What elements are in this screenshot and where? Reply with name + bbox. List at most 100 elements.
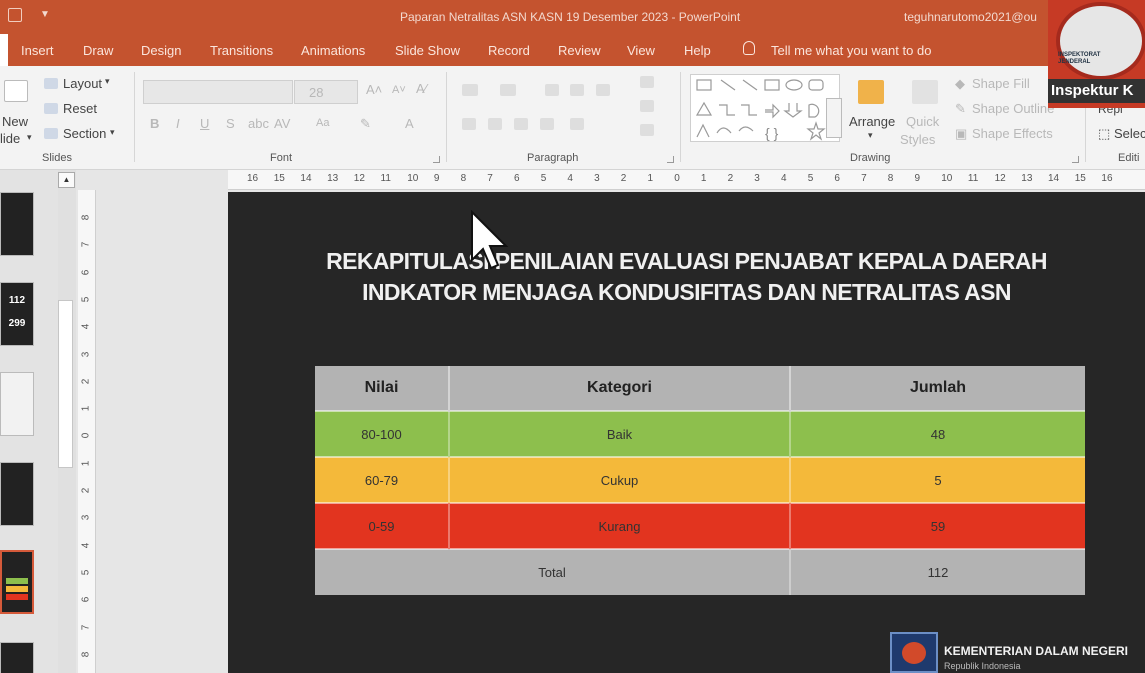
total-value: 112 — [790, 548, 1085, 595]
smartart-icon[interactable] — [640, 124, 654, 136]
slide-thumbnail[interactable] — [0, 192, 34, 256]
slide-thumbnail-panel: 112 299 — [0, 170, 58, 673]
ruler-tick: 3 — [80, 351, 92, 357]
shape-effects-button[interactable]: Shape Effects — [972, 126, 1053, 141]
new-slide-label-2[interactable]: lide — [0, 131, 20, 146]
ruler-tick: 1 — [647, 173, 654, 184]
align-left-icon[interactable] — [462, 118, 476, 130]
select-icon: ⬚ — [1098, 126, 1111, 141]
line-spacing-icon[interactable] — [596, 84, 610, 96]
tab-animations[interactable]: Animations — [301, 43, 365, 58]
header-nilai: Nilai — [315, 366, 450, 411]
ruler-tick: 7 — [80, 242, 92, 248]
underline-button[interactable]: U — [200, 116, 209, 131]
font-name-box[interactable] — [143, 80, 293, 104]
slide-thumbnail[interactable]: 112 299 — [0, 282, 34, 346]
tab-review[interactable]: Review — [558, 43, 601, 58]
bullets-icon[interactable] — [462, 84, 478, 96]
speaker-name: Inspektur K — [1048, 79, 1145, 103]
align-center-icon[interactable] — [488, 118, 502, 130]
chevron-down-icon[interactable]: ▾ — [105, 76, 110, 87]
qat-dropdown-icon[interactable]: ▼ — [40, 9, 50, 20]
bold-button[interactable]: B — [150, 116, 159, 131]
shapes-more-button[interactable] — [826, 98, 842, 138]
arrange-icon — [858, 80, 884, 104]
highlight-icon[interactable]: ✎ — [360, 116, 371, 132]
save-icon[interactable] — [8, 8, 22, 22]
reset-button[interactable]: Reset — [63, 101, 97, 116]
cell-kategori: Cukup — [449, 456, 791, 503]
text-direction-icon[interactable] — [640, 76, 654, 88]
tab-insert[interactable]: Insert — [21, 43, 54, 58]
decrease-indent-icon[interactable] — [545, 84, 559, 96]
shape-outline-button[interactable]: Shape Outline — [972, 101, 1054, 116]
slide-title[interactable]: REKAPITULASI PENILAIAN EVALUASI PENJABAT… — [228, 246, 1145, 308]
group-label-slides: Slides — [42, 152, 72, 164]
tab-transitions[interactable]: Transitions — [210, 43, 273, 58]
increase-font-icon[interactable]: A˄ — [366, 82, 382, 97]
change-case-button[interactable]: Aa — [316, 117, 329, 129]
ruler-tick: 8 — [887, 173, 894, 184]
font-dialog-launcher[interactable] — [433, 156, 440, 163]
font-color-button[interactable]: A — [405, 116, 414, 131]
quick-styles-label-2[interactable]: Styles — [900, 132, 935, 147]
arrange-button[interactable]: Arrange — [849, 114, 895, 129]
ruler-tick: 10 — [941, 173, 953, 184]
tab-view[interactable]: View — [627, 43, 655, 58]
new-slide-icon[interactable] — [4, 80, 28, 102]
drawing-dialog-launcher[interactable] — [1072, 156, 1079, 163]
slide-thumbnail[interactable] — [0, 372, 34, 436]
tab-design[interactable]: Design — [141, 43, 181, 58]
section-button[interactable]: Section — [63, 126, 106, 141]
slide-thumbnail[interactable] — [0, 642, 34, 673]
cell-kategori: Baik — [449, 410, 791, 457]
chevron-down-icon[interactable]: ▾ — [27, 132, 32, 143]
align-right-icon[interactable] — [514, 118, 528, 130]
chevron-down-icon[interactable]: ▾ — [110, 127, 115, 138]
clear-format-icon[interactable]: A⁄ — [416, 81, 427, 96]
scroll-up-icon[interactable]: ▲ — [58, 172, 75, 188]
char-spacing-icon[interactable]: AV — [274, 116, 290, 131]
ruler-tick: 2 — [620, 173, 627, 184]
quick-styles-label-1[interactable]: Quick — [906, 114, 939, 129]
italic-button[interactable]: I — [176, 116, 180, 131]
reset-icon — [44, 103, 58, 114]
slide-canvas[interactable]: REKAPITULASI PENILAIAN EVALUASI PENJABAT… — [228, 192, 1145, 673]
increase-indent-icon[interactable] — [570, 84, 584, 96]
ruler-tick: 15 — [1074, 173, 1086, 184]
slide-thumbnail[interactable] — [0, 462, 34, 526]
justify-icon[interactable] — [540, 118, 554, 130]
logo-subtitle: Republik Indonesia — [944, 661, 1021, 671]
scrollbar-thumb[interactable] — [58, 300, 73, 468]
group-label-drawing: Drawing — [850, 152, 891, 164]
columns-icon[interactable] — [570, 118, 584, 130]
ruler-tick: 8 — [460, 173, 467, 184]
shadow-button[interactable]: S — [226, 116, 235, 131]
numbering-icon[interactable] — [500, 84, 516, 96]
shapes-gallery[interactable]: { } — [690, 74, 840, 142]
font-size-box[interactable]: 28 — [294, 80, 358, 104]
new-slide-label-1[interactable]: New — [2, 114, 28, 129]
thumbnail-scrollbar[interactable]: ▲ — [58, 170, 76, 673]
table-row: 80-100 Baik 48 — [315, 410, 1085, 457]
shape-fill-button[interactable]: Shape Fill — [972, 76, 1030, 91]
tab-file[interactable] — [0, 34, 8, 66]
header-kategori: Kategori — [449, 366, 791, 411]
layout-button[interactable]: Layout — [63, 76, 102, 91]
align-text-icon[interactable] — [640, 100, 654, 112]
tab-slide-show[interactable]: Slide Show — [395, 43, 460, 58]
tab-record[interactable]: Record — [488, 43, 530, 58]
paragraph-dialog-launcher[interactable] — [667, 156, 674, 163]
tab-help[interactable]: Help — [684, 43, 711, 58]
ruler-tick: 12 — [353, 173, 365, 184]
rekap-table[interactable]: Nilai Kategori Jumlah 80-100 Baik 48 60-79 C… — [315, 366, 1085, 595]
tell-me-box[interactable]: Tell me what you want to do — [771, 43, 931, 58]
select-button[interactable]: Selec — [1114, 126, 1145, 141]
slide-thumbnail-selected[interactable] — [0, 550, 34, 614]
account-name[interactable]: teguhnarutomo2021@ou — [904, 10, 1037, 24]
cell-nilai: 60-79 — [315, 456, 450, 503]
tab-draw[interactable]: Draw — [83, 43, 113, 58]
chevron-down-icon[interactable]: ▾ — [868, 130, 873, 141]
decrease-font-icon[interactable]: A˅ — [392, 84, 406, 96]
strikethrough-icon[interactable]: abc — [248, 116, 269, 131]
